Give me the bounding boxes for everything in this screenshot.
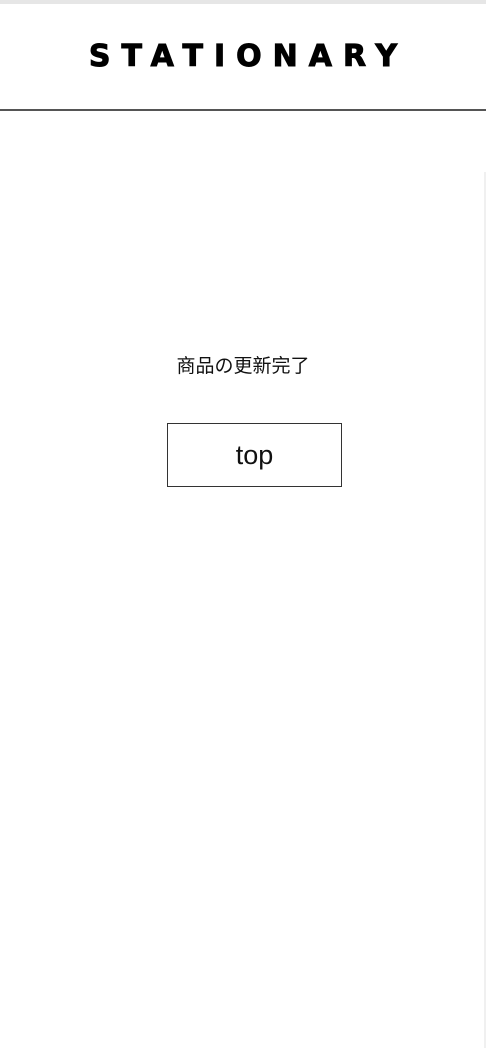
site-header: STATIONARY [0,4,486,111]
top-button[interactable]: top [167,423,342,487]
site-logo[interactable]: STATIONARY [88,39,408,75]
update-complete-message: 商品の更新完了 [176,355,310,377]
page: STATIONARY 商品の更新完了 top [0,0,486,1048]
